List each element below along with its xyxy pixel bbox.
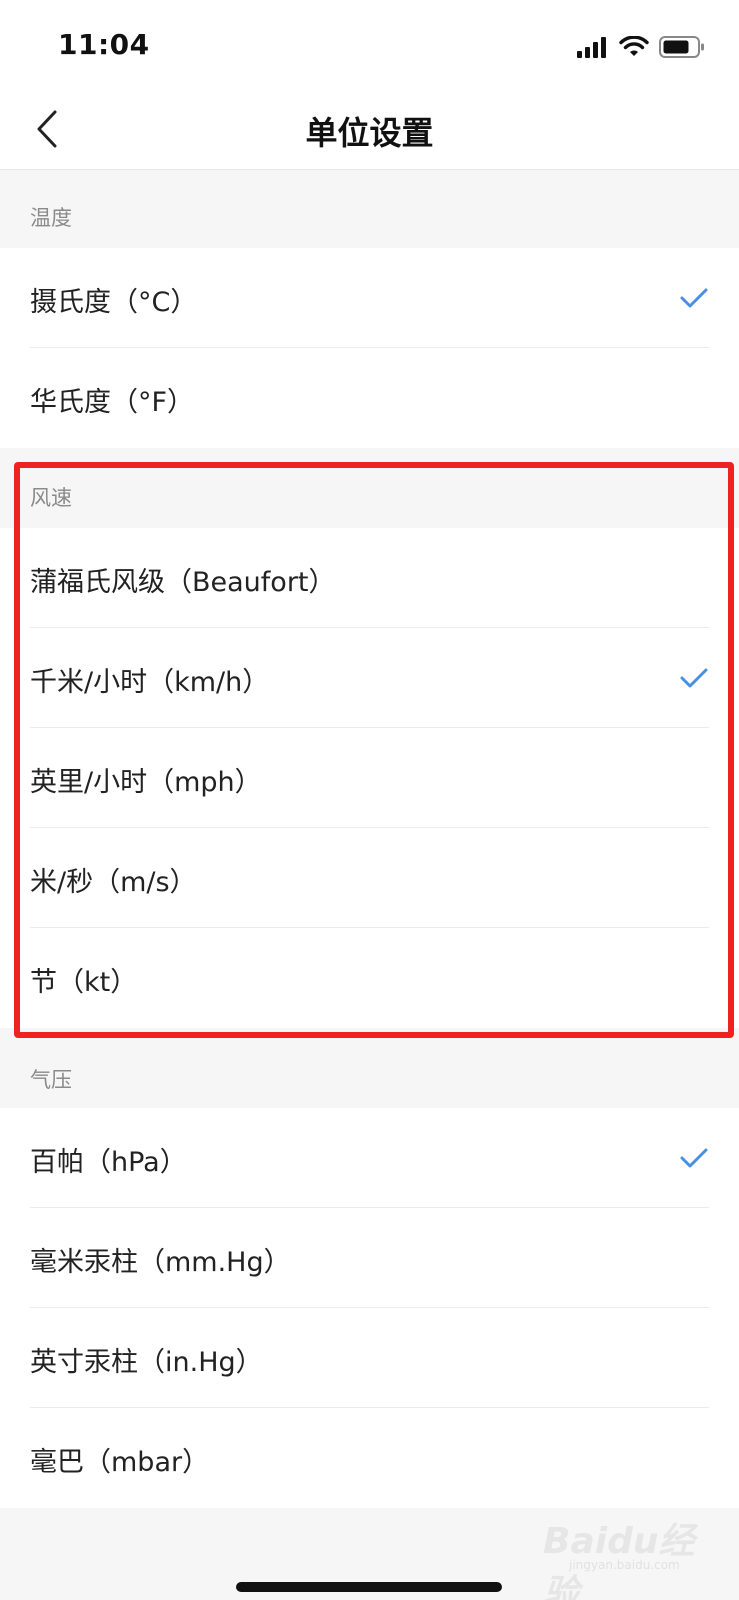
option-label: 英寸汞柱（in.Hg） xyxy=(30,1347,263,1378)
checkmark-icon xyxy=(680,1148,708,1168)
option-label: 百帕（hPa） xyxy=(30,1147,187,1178)
cellular-signal-icon xyxy=(577,37,606,58)
page-title: 单位设置 xyxy=(305,114,434,152)
section-header-pressure: 气压 xyxy=(0,1028,739,1108)
section-title-wind: 风速 xyxy=(30,486,72,510)
option-beaufort[interactable]: 蒲福氏风级（Beaufort） xyxy=(0,528,739,628)
wifi-icon xyxy=(619,36,649,56)
unit-settings-screen: 11:04 单位设置 温度 摄氏度（°C） 华氏度（°F） 风速 蒲福氏风级（B… xyxy=(0,0,739,1600)
status-bar: 11:04 xyxy=(0,0,739,88)
baidu-watermark: Baidu经验 jingyan.baidu.com xyxy=(529,1490,719,1600)
option-label: 蒲福氏风级（Beaufort） xyxy=(30,567,336,598)
option-knots[interactable]: 节（kt） xyxy=(0,928,739,1028)
checkmark-icon xyxy=(680,288,708,308)
option-label: 米/秒（m/s） xyxy=(30,867,197,898)
watermark-text: Baidu经验 xyxy=(543,1521,695,1600)
option-label: 千米/小时（km/h） xyxy=(30,667,270,698)
section-header-temperature: 温度 xyxy=(0,170,739,248)
section-title-temperature: 温度 xyxy=(30,206,72,230)
home-indicator[interactable] xyxy=(236,1582,502,1592)
option-fahrenheit[interactable]: 华氏度（°F） xyxy=(0,348,739,448)
section-title-pressure: 气压 xyxy=(30,1068,72,1092)
status-icons xyxy=(577,32,705,62)
option-inhg[interactable]: 英寸汞柱（in.Hg） xyxy=(0,1308,739,1408)
option-celsius[interactable]: 摄氏度（°C） xyxy=(0,248,739,348)
option-label: 节（kt） xyxy=(30,967,138,998)
option-label: 英里/小时（mph） xyxy=(30,767,262,798)
option-kmh[interactable]: 千米/小时（km/h） xyxy=(0,628,739,728)
option-mmhg[interactable]: 毫米汞柱（mm.Hg） xyxy=(0,1208,739,1308)
status-time: 11:04 xyxy=(58,28,150,61)
checkmark-icon xyxy=(680,668,708,688)
option-mph[interactable]: 英里/小时（mph） xyxy=(0,728,739,828)
option-hpa[interactable]: 百帕（hPa） xyxy=(0,1108,739,1208)
option-label: 毫巴（mbar） xyxy=(30,1447,210,1478)
watermark-subtext: jingyan.baidu.com xyxy=(569,1558,680,1572)
option-label: 毫米汞柱（mm.Hg） xyxy=(30,1247,291,1278)
navigation-bar: 单位设置 xyxy=(0,88,739,170)
option-label: 华氏度（°F） xyxy=(30,387,195,418)
option-label: 摄氏度（°C） xyxy=(30,287,198,318)
option-ms[interactable]: 米/秒（m/s） xyxy=(0,828,739,928)
battery-icon xyxy=(659,36,704,58)
section-header-wind: 风速 xyxy=(0,448,739,528)
